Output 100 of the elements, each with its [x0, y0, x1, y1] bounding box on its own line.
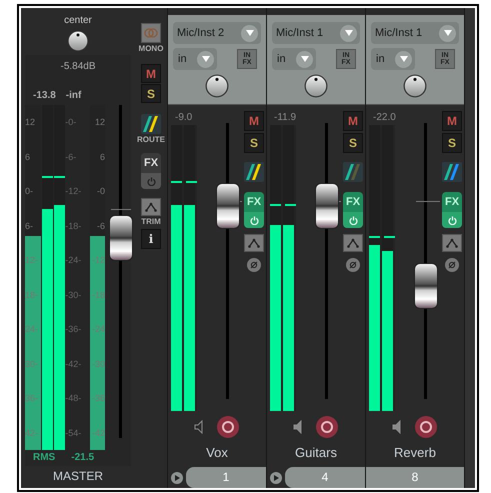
power-icon: [348, 216, 358, 224]
pan-knob[interactable]: [403, 74, 427, 98]
scale-label: -42-: [65, 358, 82, 369]
scale-label: 24-: [25, 324, 38, 334]
scale-label: -12: [92, 255, 106, 266]
power-icon: [250, 216, 258, 224]
record-arm-button[interactable]: [414, 415, 438, 439]
fx-bypass-button[interactable]: [343, 212, 363, 228]
peak-readout: -inf: [66, 89, 82, 103]
solo-button[interactable]: S: [343, 133, 363, 153]
fader-thumb[interactable]: [216, 182, 240, 229]
route-stripes-icon[interactable]: [141, 114, 161, 134]
mono-label: MONO: [138, 43, 164, 55]
scale-label: -18: [92, 290, 106, 300]
caret-icon: [202, 56, 210, 62]
scale-label: -30: [92, 358, 106, 369]
speaker-icon[interactable]: [392, 420, 402, 434]
scale-label: 6-: [25, 220, 34, 231]
monitor-dropdown[interactable]: in: [272, 48, 316, 70]
scale-label: -36-: [65, 324, 82, 334]
track-number[interactable]: 1: [186, 467, 266, 488]
speaker-icon[interactable]: [194, 420, 204, 434]
scale-label: -12-: [65, 186, 82, 196]
power-icon: [448, 216, 456, 224]
solo-button[interactable]: S: [442, 133, 462, 153]
phase-button[interactable]: [346, 258, 360, 272]
volume-readout: -5.84dB: [59, 60, 97, 74]
phase-button[interactable]: [247, 258, 261, 272]
scale-label: 12: [95, 117, 106, 128]
monitor-dropdown[interactable]: in: [371, 48, 415, 70]
fx-bypass-button[interactable]: [442, 212, 462, 228]
fader-thumb[interactable]: [109, 215, 134, 262]
speaker-icon[interactable]: [293, 420, 303, 434]
envelope-button[interactable]: [343, 234, 363, 252]
fx-bypass-button[interactable]: [244, 212, 264, 228]
scale-label: 12-: [25, 255, 38, 266]
phase-button[interactable]: [445, 258, 459, 272]
envelope-icon: [145, 202, 157, 212]
caret-icon: [344, 30, 352, 36]
mute-button[interactable]: M: [244, 111, 264, 131]
solo-button[interactable]: S: [244, 133, 264, 153]
overlapping-rings-icon: [144, 28, 158, 38]
scale-label: -36: [92, 393, 106, 404]
monitor-dropdown[interactable]: in: [173, 48, 217, 70]
scale-label: -24: [92, 324, 106, 334]
scale-label: 0-: [25, 186, 34, 196]
caret-icon: [300, 56, 308, 62]
caret-icon: [246, 30, 254, 36]
scale-label: 12: [25, 117, 36, 128]
mute-button[interactable]: M: [141, 64, 161, 83]
route-stripes-icon[interactable]: [244, 162, 264, 182]
fader-thumb[interactable]: [414, 262, 438, 309]
mute-button[interactable]: M: [343, 111, 363, 131]
route-label: ROUTE: [137, 134, 165, 146]
input-dropdown[interactable]: Mic/Inst 1: [371, 22, 459, 44]
envelope-icon: [248, 238, 260, 248]
mono-button[interactable]: [140, 23, 161, 43]
input-dropdown[interactable]: Mic/Inst 1: [272, 22, 360, 44]
envelope-button[interactable]: [442, 234, 462, 252]
mute-button[interactable]: M: [442, 111, 462, 131]
caret-icon: [400, 56, 408, 62]
trim-label: TRIM: [141, 216, 161, 228]
scale-label: 30-: [25, 358, 38, 369]
scale-label: -6: [97, 220, 106, 231]
scale-label: -0-: [65, 117, 76, 128]
scale-label: 18-: [25, 290, 38, 300]
pan-knob[interactable]: [304, 74, 328, 98]
envelope-icon: [347, 238, 359, 248]
route-stripes-icon[interactable]: [442, 162, 462, 182]
fx-button[interactable]: FX: [244, 192, 264, 212]
scale-label: -30-: [65, 290, 82, 300]
fx-button[interactable]: FX: [343, 192, 363, 212]
solo-button[interactable]: S: [141, 84, 161, 103]
route-stripes-icon[interactable]: [343, 162, 363, 182]
track-number[interactable]: 8: [366, 467, 464, 488]
info-button[interactable]: i: [141, 229, 161, 249]
scale-label: -54-: [65, 428, 82, 438]
record-arm-button[interactable]: [315, 415, 339, 439]
envelope-button[interactable]: [141, 198, 161, 216]
scale-label: -24-: [65, 255, 82, 266]
fx-button[interactable]: FX: [141, 153, 161, 173]
pan-knob[interactable]: [205, 74, 229, 98]
pan-knob[interactable]: [67, 30, 89, 52]
input-dropdown[interactable]: Mic/Inst 2: [173, 22, 261, 44]
play-icon[interactable]: [269, 470, 283, 484]
rms-label: RMS: [33, 451, 56, 464]
rms-readout: -21.5: [71, 451, 94, 464]
scale-label: -6-: [65, 152, 76, 162]
fx-button[interactable]: FX: [442, 192, 462, 212]
phase-icon: [250, 261, 258, 269]
pan-label: center: [64, 15, 92, 27]
track-number[interactable]: 4: [285, 467, 365, 488]
master-name: MASTER: [52, 468, 103, 485]
envelope-button[interactable]: [244, 234, 264, 252]
fader-thumb[interactable]: [315, 182, 339, 229]
phase-icon: [349, 261, 357, 269]
record-arm-button[interactable]: [216, 415, 240, 439]
play-icon[interactable]: [170, 470, 184, 484]
scale-label: 36-: [25, 393, 38, 404]
scale-label: -18-: [65, 220, 82, 231]
